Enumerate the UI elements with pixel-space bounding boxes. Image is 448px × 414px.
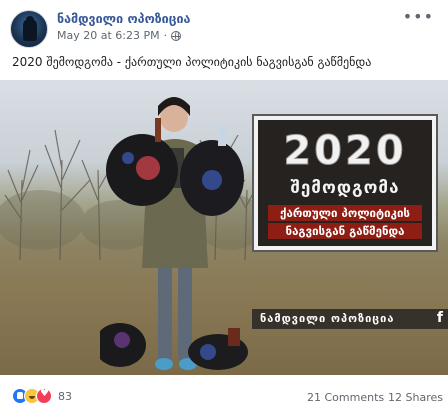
sign-season: შემოდგომა [290,178,400,198]
facebook-logo-icon: f [436,310,444,326]
meta-separator: · [163,29,168,42]
post-timestamp[interactable]: May 20 at 6:23 PM [57,29,160,42]
comments-count-link[interactable]: 21 Comments [307,391,384,404]
post-meta: May 20 at 6:23 PM · [57,29,182,42]
page-avatar[interactable] [10,10,48,48]
facebook-post: ნამდვილი ოპოზიცია May 20 at 6:23 PM · ••… [0,0,448,414]
post-photo[interactable]: 2020 შემოდგომა ქართული პოლიტიკის ნაგვისგ… [0,80,448,375]
shares-count-link[interactable]: 12 Shares [388,391,443,404]
post-text: 2020 შემოდგომა - ქართული პოლიტიკის ნაგვი… [12,55,372,69]
love-icon [36,388,52,404]
reactions-summary[interactable]: 83 [12,388,72,404]
page-name-link[interactable]: ნამდვილი ოპოზიცია [57,11,190,26]
woman-with-bags [100,97,248,370]
globe-icon [171,30,182,41]
watermark-banner: ნამდვილი ოპოზიცია f [252,309,448,329]
avatar-figure [23,19,37,41]
sign-year: 2020 [283,128,407,175]
sign-line-2: ნაგვისგან გაწმენდა [268,223,422,239]
sign-line-1: ქართული პოლიტიკის [268,205,422,221]
watermark-text: ნამდვილი ოპოზიცია [260,312,395,325]
sign-board: 2020 შემოდგომა ქართული პოლიტიკის ნაგვისგ… [254,116,436,250]
more-options-icon[interactable]: ••• [403,9,434,25]
reactions-count: 83 [58,389,72,403]
